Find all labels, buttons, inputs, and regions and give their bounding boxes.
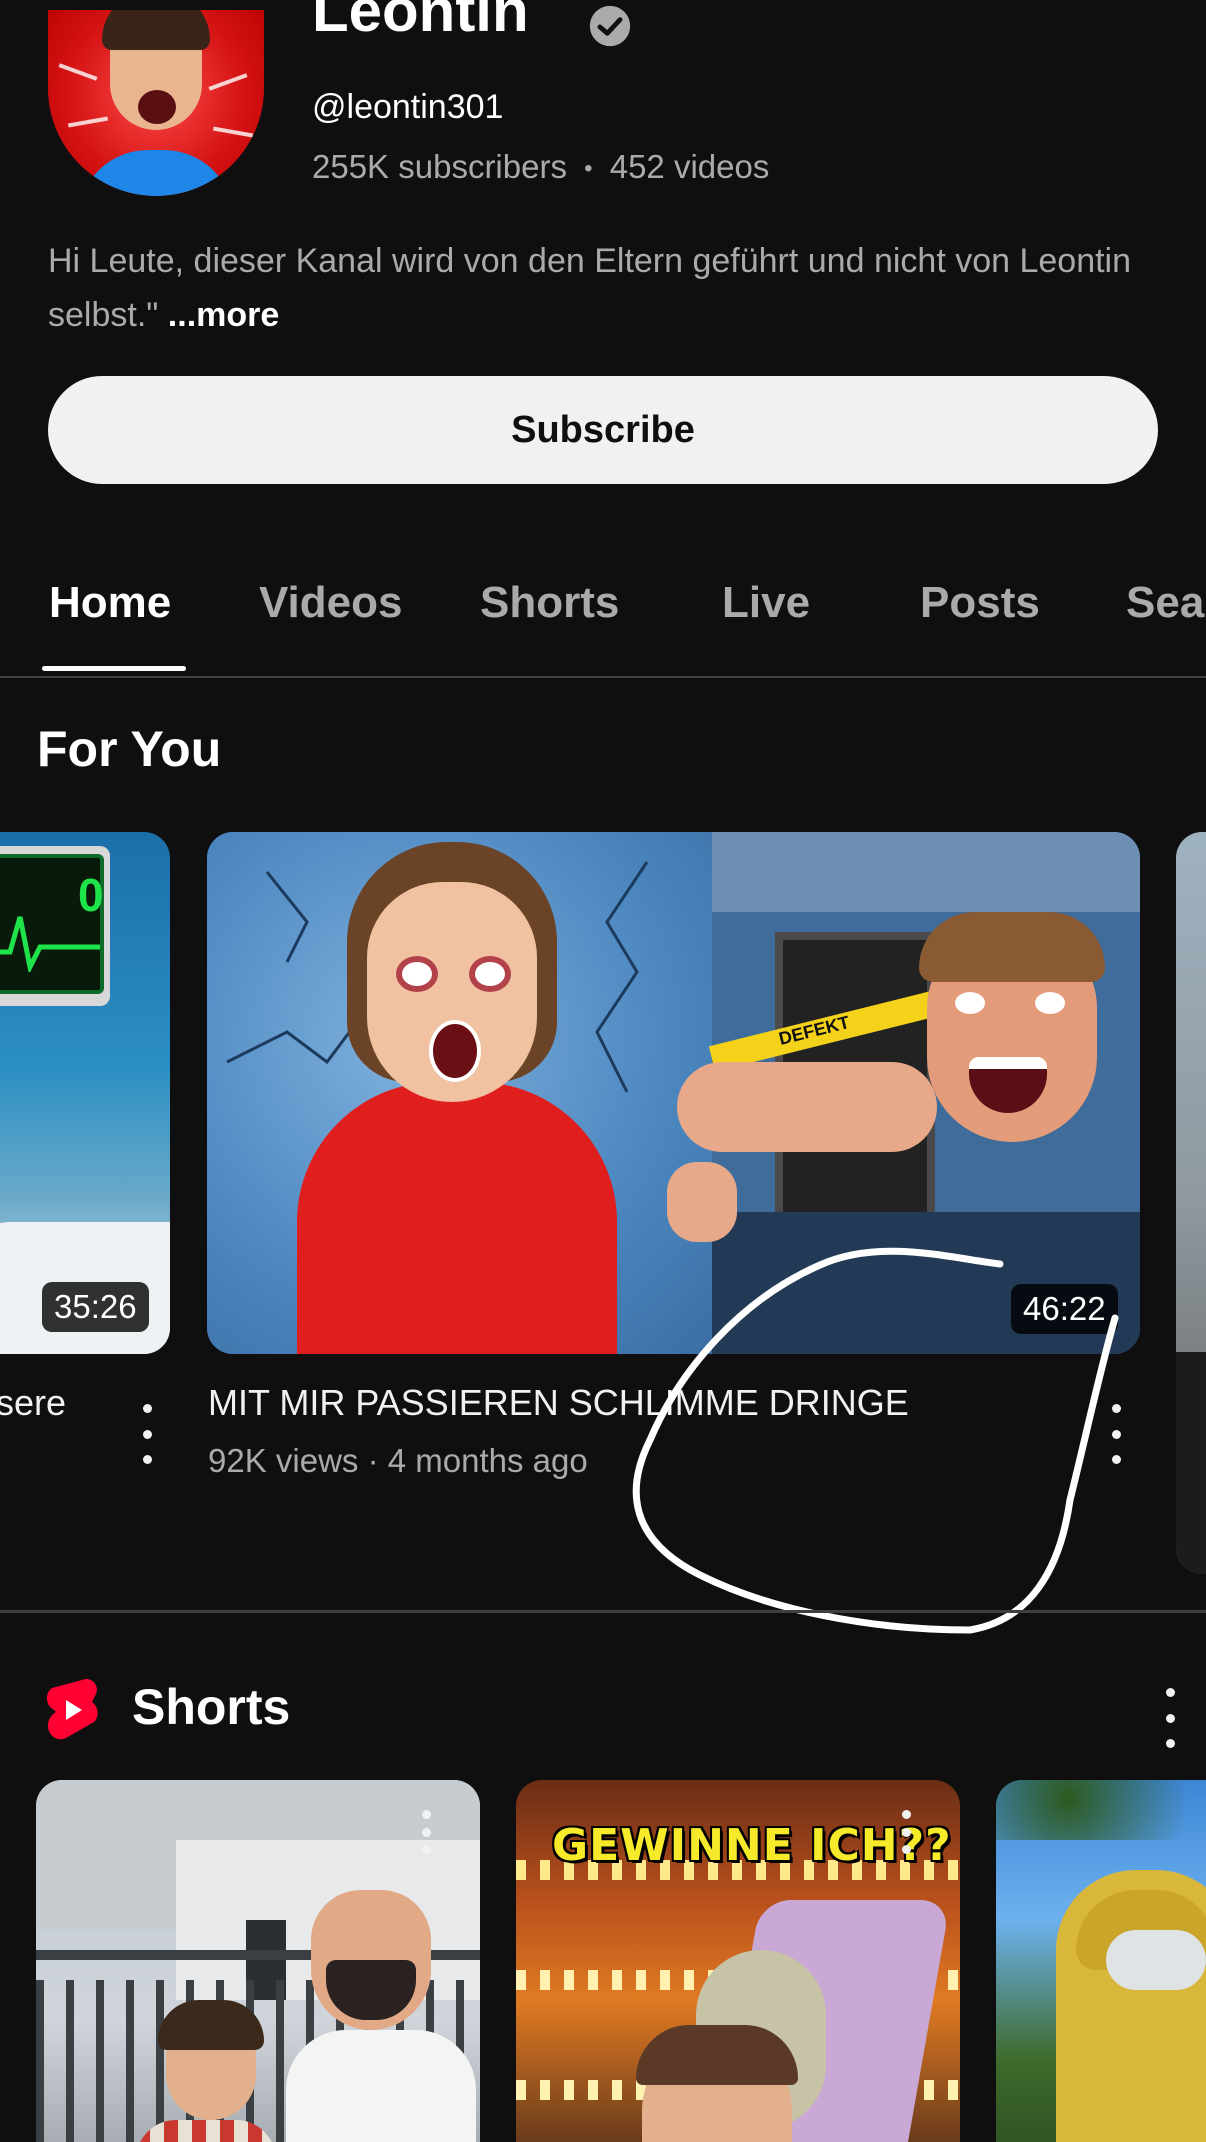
short-card[interactable] [36, 1780, 480, 2142]
channel-page: Leontin @leontin301 255K subscribers • 4… [0, 0, 1206, 2142]
section-divider [0, 1610, 1206, 1613]
short-menu-button[interactable] [896, 1810, 916, 1854]
short-card[interactable]: GEWINNE ICH?? [516, 1780, 960, 2142]
shorts-menu-button[interactable] [1160, 1688, 1180, 1748]
shorts-logo-icon [46, 1678, 98, 1740]
short-menu-button[interactable] [416, 1810, 436, 1854]
short-overlay-text: GEWINNE ICH?? [552, 1820, 952, 1871]
short-card[interactable] [996, 1780, 1206, 2142]
shorts-heading: Shorts [132, 1679, 291, 1735]
